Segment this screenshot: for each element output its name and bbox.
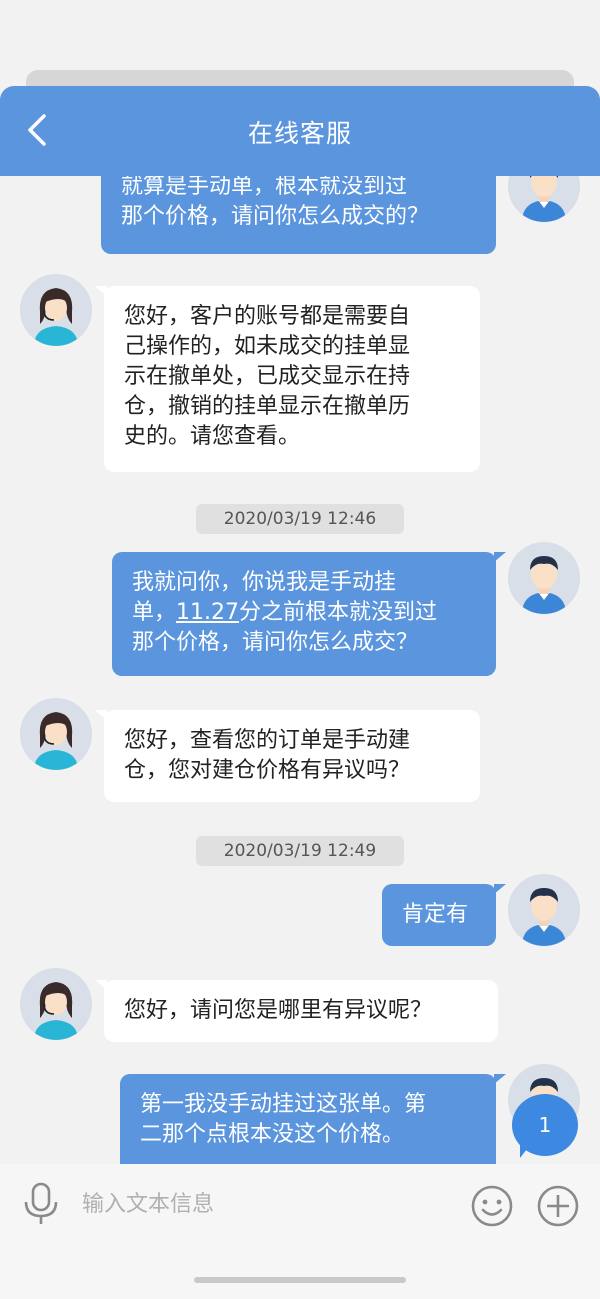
number-link[interactable]: 11.27 <box>176 600 239 625</box>
agent-bubble: 您好，请问您是哪里有异议呢？ <box>104 980 498 1042</box>
microphone-icon <box>24 1182 58 1224</box>
plus-icon <box>537 1185 579 1227</box>
timestamp: 2020/03/19 12:49 <box>196 836 404 866</box>
user-avatar <box>508 176 580 222</box>
bubble-tail <box>494 884 506 894</box>
user-avatar <box>508 542 580 614</box>
bubble-tail <box>494 1074 506 1084</box>
message-text: 示在撤单处，已成交显示在持 <box>124 364 411 389</box>
timestamp: 2020/03/19 12:46 <box>196 504 404 534</box>
message-text: 第一我没手动挂过这张单。第 <box>140 1092 427 1117</box>
agent-avatar <box>20 698 92 770</box>
user-avatar-icon <box>508 542 580 614</box>
message-text: 单， <box>132 600 177 625</box>
agent-avatar <box>20 968 92 1040</box>
home-indicator <box>194 1277 406 1283</box>
user-avatar-icon <box>508 874 580 946</box>
user-bubble: 肯定有 <box>382 884 496 946</box>
page-title: 在线客服 <box>247 119 352 148</box>
user-bubble: 第一我没手动挂过这张单。第 二那个点根本没这个价格。 <box>120 1074 496 1164</box>
message-text: 己操作的，如未成交的挂单显 <box>124 334 411 359</box>
message-text: 二那个点根本没这个价格。 <box>140 1122 405 1147</box>
user-bubble: 我就问你，你说我是手动挂 单，11.27分之前根本就没到过 那个价格，请问你怎么… <box>112 552 496 676</box>
message-text-line: 单，11.27分之前根本就没到过 <box>132 598 476 628</box>
agent-avatar-icon <box>20 698 92 770</box>
message-text: 我就问你，你说我是手动挂 <box>132 570 397 595</box>
message-text: 肯定有 <box>402 902 469 927</box>
message-text: 您好，查看您的订单是手动建 <box>124 728 411 753</box>
agent-avatar-icon <box>20 274 92 346</box>
emoji-button[interactable] <box>470 1184 514 1228</box>
message-text: 史的。请您查看。 <box>124 424 301 449</box>
user-bubble: 就算是手动单，根本就没到过 那个价格，请问你怎么成交的？ <box>101 176 496 254</box>
message-text: 就算是手动单，根本就没到过 <box>121 176 408 199</box>
agent-bubble: 您好，查看您的订单是手动建 仓，您对建仓价格有异议吗？ <box>104 710 480 802</box>
smiley-icon <box>471 1185 513 1227</box>
message-text: 那个价格，请问你怎么成交的？ <box>121 204 430 229</box>
agent-bubble: 您好，客户的账号都是需要自 己操作的，如未成交的挂单显 示在撤单处，已成交显示在… <box>104 286 480 472</box>
new-message-badge[interactable]: 1 <box>512 1094 578 1156</box>
bubble-tail <box>494 552 506 562</box>
agent-avatar-icon <box>20 968 92 1040</box>
header-bar: 在线客服 <box>0 86 600 176</box>
message-input[interactable]: 输入文本信息 <box>82 1188 452 1222</box>
message-text: 您好，客户的账号都是需要自 <box>124 304 411 329</box>
message-text: 仓，撤销的挂单显示在撤单历 <box>124 394 411 419</box>
more-button[interactable] <box>536 1184 580 1228</box>
agent-avatar <box>20 274 92 346</box>
message-text: 那个价格，请问你怎么成交？ <box>132 630 419 655</box>
message-text: 您好，请问您是哪里有异议呢？ <box>124 998 433 1023</box>
message-text: 仓，您对建仓价格有异议吗？ <box>124 758 411 783</box>
user-avatar <box>508 874 580 946</box>
voice-button[interactable] <box>22 1182 60 1226</box>
message-text: 分之前根本就没到过 <box>239 600 438 625</box>
chat-message-list[interactable]: 就算是手动单，根本就没到过 那个价格，请问你怎么成交的？ 您好，客户的账号都是需… <box>0 176 600 1164</box>
user-avatar-icon <box>508 176 580 222</box>
